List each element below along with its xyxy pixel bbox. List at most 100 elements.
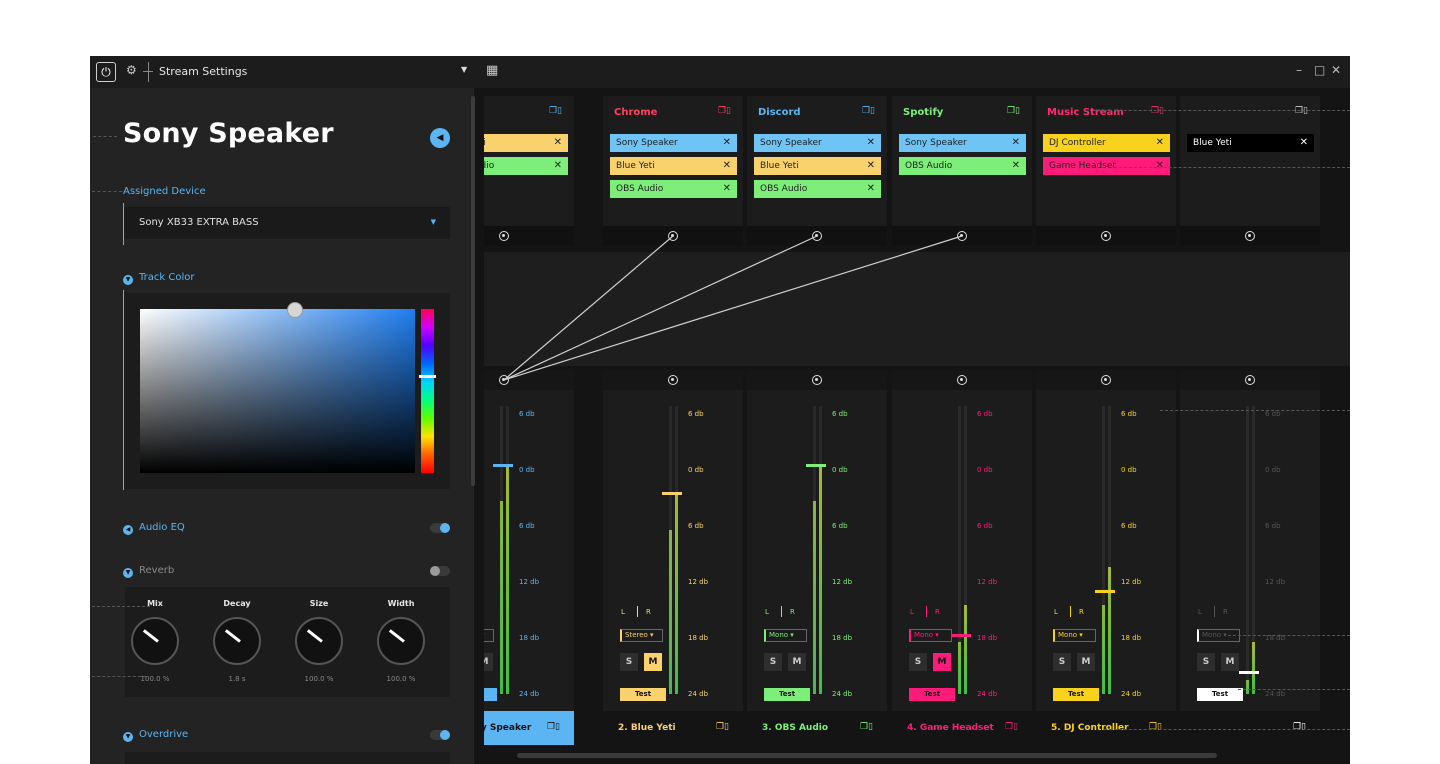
route-chip[interactable]: DJ Controller ✕ (1043, 134, 1170, 152)
panel-scrollbar[interactable] (471, 96, 475, 486)
device-footer[interactable]: 5. DJ Controller ❐▯ (1036, 711, 1176, 745)
color-handle[interactable] (287, 302, 303, 318)
close-icon[interactable]: ✕ (1156, 134, 1164, 152)
play-icon[interactable]: ◀ (430, 128, 450, 148)
route-chip[interactable]: Blue Yeti ✕ (484, 134, 568, 152)
copy-icon[interactable]: ❐▯ (1149, 722, 1162, 732)
connector-icon[interactable] (1245, 375, 1255, 385)
close-icon[interactable]: ✕ (867, 180, 875, 198)
copy-icon[interactable]: ❐▯ (1293, 722, 1306, 732)
overdrive-toggle[interactable]: ▼ Overdrive (123, 729, 188, 742)
copy-icon[interactable]: ❐▯ (1151, 106, 1164, 116)
mix-knob[interactable] (131, 617, 179, 665)
mute-button[interactable]: M (484, 653, 493, 671)
connector-icon[interactable] (957, 231, 967, 241)
connector-icon[interactable] (499, 231, 509, 241)
route-chip[interactable]: Blue Yeti ✕ (754, 157, 881, 175)
device-footer[interactable]: 4. Game Headset ❐▯ (892, 711, 1032, 745)
hue-handle[interactable] (419, 375, 436, 378)
solo-button[interactable]: S (1197, 653, 1215, 671)
copy-icon[interactable]: ❐▯ (549, 106, 562, 116)
mute-button[interactable]: M (933, 653, 951, 671)
copy-icon[interactable]: ❐▯ (862, 106, 875, 116)
connector-icon[interactable] (499, 375, 509, 385)
copy-icon[interactable]: ❐▯ (1295, 106, 1308, 116)
size-knob[interactable] (295, 617, 343, 665)
connector-icon[interactable] (957, 375, 967, 385)
close-icon[interactable]: ✕ (867, 134, 875, 152)
test-button[interactable]: Test (909, 688, 955, 701)
route-chip[interactable]: OBS Audio ✕ (610, 180, 737, 198)
volume-fader[interactable] (951, 634, 971, 637)
test-button[interactable]: Test (484, 688, 497, 701)
profile-select-value[interactable]: Stream Settings (159, 65, 247, 78)
balance-slider[interactable] (1214, 606, 1215, 617)
device-footer[interactable]: 2. Blue Yeti ❐▯ (603, 711, 743, 745)
minimize-icon[interactable]: – (1296, 63, 1302, 77)
overdrive-switch[interactable] (430, 730, 450, 740)
route-chip[interactable]: Blue Yeti ✕ (610, 157, 737, 175)
close-icon[interactable]: ✕ (723, 134, 731, 152)
audio-eq-switch[interactable] (430, 523, 450, 533)
solo-button[interactable]: S (620, 653, 638, 671)
volume-fader[interactable] (1095, 590, 1115, 593)
route-chip[interactable]: Sony Speaker ✕ (899, 134, 1026, 152)
test-button[interactable]: Test (620, 688, 666, 701)
maximize-icon[interactable]: □ (1314, 63, 1325, 77)
close-icon[interactable]: ✕ (1156, 157, 1164, 175)
copy-icon[interactable]: ❐▯ (547, 722, 560, 732)
close-icon[interactable]: ✕ (554, 157, 562, 175)
balance-slider[interactable] (781, 606, 782, 617)
solo-button[interactable]: S (1053, 653, 1071, 671)
track-color-toggle[interactable]: ▼ Track Color (123, 272, 194, 285)
fader-track[interactable] (1246, 406, 1249, 694)
test-button[interactable]: Test (1053, 688, 1099, 701)
solo-button[interactable]: S (909, 653, 927, 671)
test-button[interactable]: Test (1197, 688, 1243, 701)
audio-eq-toggle[interactable]: ◀ Audio EQ (123, 522, 185, 535)
volume-fader[interactable] (806, 464, 826, 467)
volume-fader[interactable] (493, 464, 513, 467)
test-button[interactable]: Test (764, 688, 810, 701)
close-icon[interactable]: ✕ (1300, 134, 1308, 152)
channel-mode-select[interactable]: Stereo ▾ (484, 629, 494, 642)
route-chip[interactable]: OBS Audio ✕ (899, 157, 1026, 175)
horizontal-scrollbar[interactable] (517, 753, 1217, 758)
balance-slider[interactable] (637, 606, 638, 617)
width-knob[interactable] (377, 617, 425, 665)
route-chip[interactable]: OBS Audio ✕ (484, 157, 568, 175)
route-chip[interactable]: Game Headset ✕ (1043, 157, 1170, 175)
grid-icon[interactable]: ▦ (486, 63, 498, 78)
reverb-toggle[interactable]: ▼ Reverb (123, 565, 174, 578)
solo-button[interactable]: S (764, 653, 782, 671)
hue-slider[interactable] (421, 309, 434, 473)
connector-icon[interactable] (1101, 375, 1111, 385)
decay-knob[interactable] (213, 617, 261, 665)
connector-icon[interactable] (668, 231, 678, 241)
reverb-switch[interactable] (430, 566, 450, 576)
balance-slider[interactable] (1070, 606, 1071, 617)
saturation-value-area[interactable] (140, 309, 415, 473)
balance-slider[interactable] (926, 606, 927, 617)
power-icon[interactable]: ⏻ (96, 62, 116, 82)
connector-icon[interactable] (1101, 231, 1111, 241)
connector-icon[interactable] (668, 375, 678, 385)
channel-mode-select[interactable]: Mono ▾ (909, 629, 952, 642)
channel-mode-select[interactable]: Mono ▾ (1053, 629, 1096, 642)
mute-button[interactable]: M (788, 653, 806, 671)
gear-icon[interactable]: ⚙ (126, 63, 137, 77)
copy-icon[interactable]: ❐▯ (718, 106, 731, 116)
route-chip[interactable]: Blue Yeti ✕ (1187, 134, 1314, 152)
channel-mode-select[interactable]: Stereo ▾ (620, 629, 663, 642)
mute-button[interactable]: M (1077, 653, 1095, 671)
mute-button[interactable]: M (1221, 653, 1239, 671)
volume-fader[interactable] (1239, 671, 1259, 674)
route-chip[interactable]: Sony Speaker ✕ (610, 134, 737, 152)
connector-icon[interactable] (812, 375, 822, 385)
device-select[interactable]: Sony XB33 EXTRA BASS ▼ (125, 207, 450, 239)
close-icon[interactable]: ✕ (554, 134, 562, 152)
copy-icon[interactable]: ❐▯ (716, 722, 729, 732)
close-icon[interactable]: ✕ (867, 157, 875, 175)
copy-icon[interactable]: ❐▯ (860, 722, 873, 732)
copy-icon[interactable]: ❐▯ (1007, 106, 1020, 116)
